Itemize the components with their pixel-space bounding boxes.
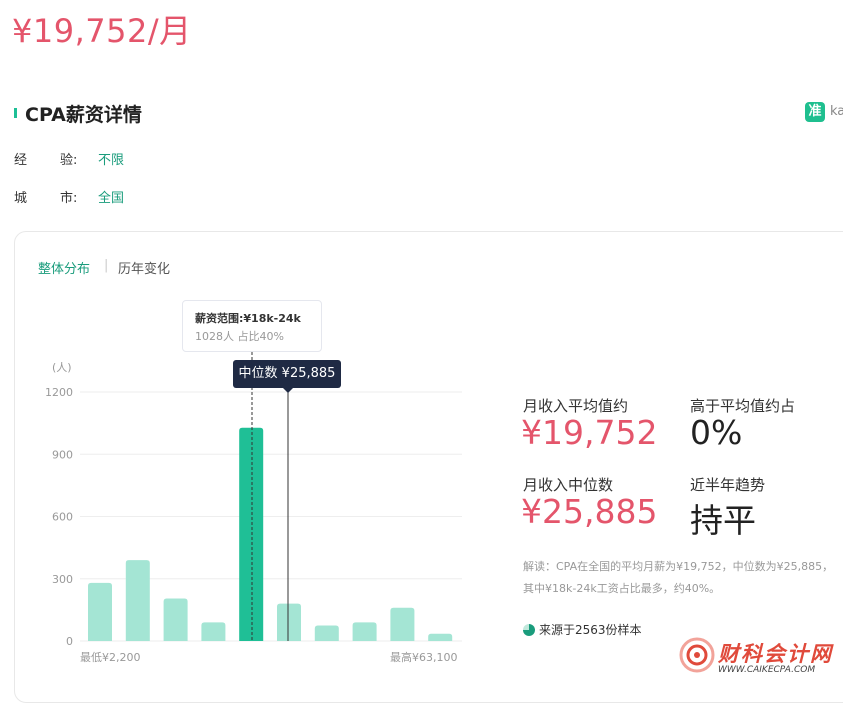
histogram-bar[interactable]: [88, 582, 112, 641]
y-tick-label: 900: [52, 448, 73, 461]
histogram-bar[interactable]: [314, 625, 339, 641]
interpretation-note: 解读：CPA在全国的平均月薪为¥19,752，中位数为¥25,885， 其中¥1…: [523, 556, 843, 600]
chart-y-ticks: 1200 900 600 300 0: [45, 386, 73, 648]
histogram-bar[interactable]: [163, 598, 188, 641]
histogram-bar[interactable]: [125, 560, 150, 641]
watermark-title: 财科会计网: [718, 642, 833, 666]
histogram-bar[interactable]: [201, 622, 226, 641]
watermark-logo-icon: [679, 637, 715, 673]
interpretation-line-1: 解读：CPA在全国的平均月薪为¥19,752，中位数为¥25,885，: [523, 560, 834, 573]
trend-value: 持平: [690, 501, 756, 540]
histogram-bar[interactable]: [239, 427, 264, 641]
chart-x-min-label: 最低¥2,200: [80, 651, 141, 664]
tooltip-range: 薪资范围:¥18k-24k: [195, 312, 301, 325]
median-value: ¥25,885: [521, 492, 658, 531]
chart-bars: [88, 427, 453, 641]
above-avg-value: 0%: [690, 413, 743, 452]
y-tick-label: 1200: [45, 386, 73, 399]
watermark-url: WWW.CAIKECPA.COM: [718, 665, 816, 675]
median-tag: 中位数 ¥25,885: [233, 360, 341, 393]
tooltip-count: 1028人 占比40%: [195, 330, 284, 343]
chart-tooltip: [182, 300, 322, 352]
sample-source: 来源于2563份样本: [523, 621, 642, 638]
histogram-bar[interactable]: [352, 622, 377, 641]
chart-x-max-label: 最高¥63,100: [390, 650, 458, 664]
chart-unit-label: (人): [52, 361, 72, 374]
trend-label: 近半年趋势: [690, 476, 766, 494]
sample-source-text: 来源于2563份样本: [539, 623, 642, 637]
y-tick-label: 600: [52, 511, 73, 524]
y-tick-label: 300: [52, 573, 73, 586]
y-tick-label: 0: [66, 635, 73, 648]
pie-chart-icon: [523, 624, 535, 636]
histogram-bar[interactable]: [428, 633, 453, 641]
interpretation-line-2: 其中¥18k-24k工资占比最多，约40%。: [523, 582, 721, 595]
avg-value: ¥19,752: [521, 413, 658, 452]
histogram-bar[interactable]: [390, 607, 415, 641]
histogram-bar[interactable]: [277, 603, 301, 641]
